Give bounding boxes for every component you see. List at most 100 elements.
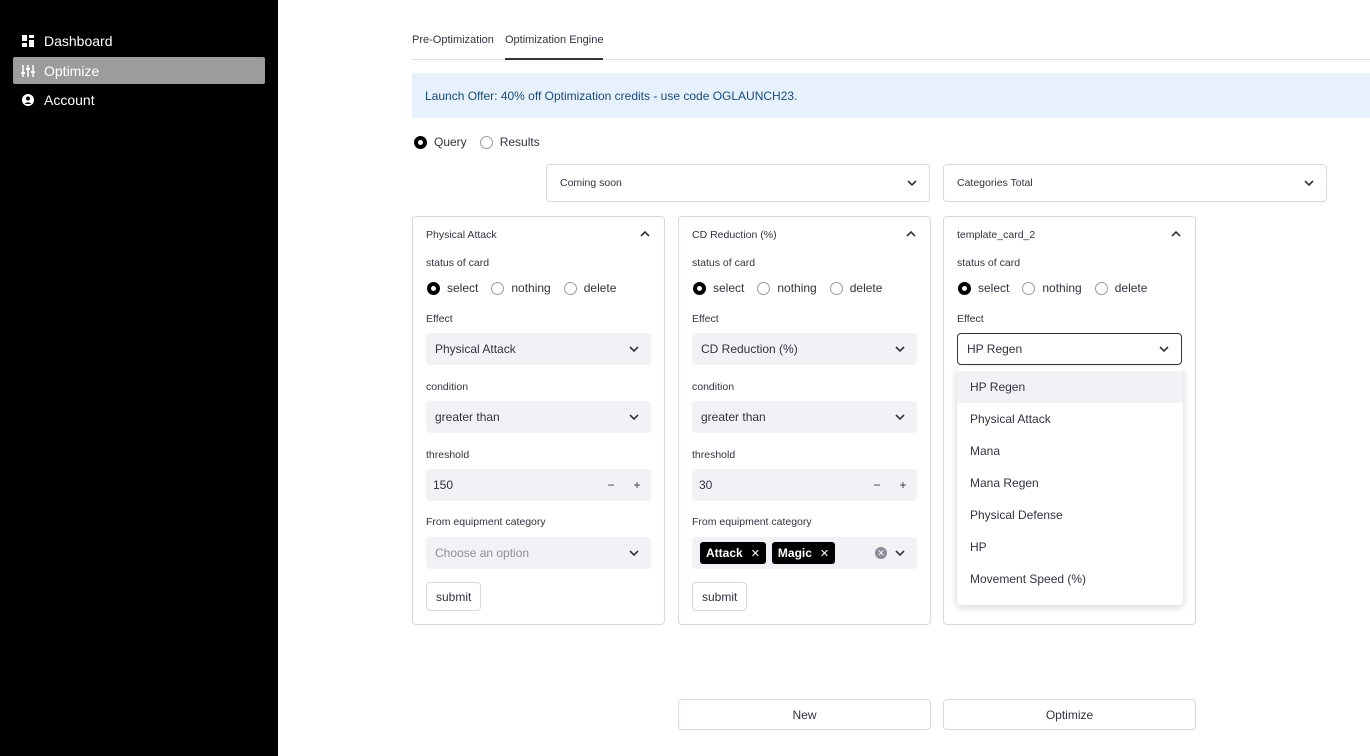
radio-delete-label: delete: [583, 281, 617, 295]
chevron-down-icon: [1304, 180, 1314, 187]
chevron-down-icon: [1159, 346, 1169, 353]
radio-select-label: select: [713, 281, 745, 295]
category-tag: Attack ✕: [700, 542, 766, 564]
effect-select[interactable]: CD Reduction (%): [692, 333, 917, 365]
effect-label: Effect: [692, 313, 719, 325]
menu-item[interactable]: HP: [957, 531, 1183, 563]
menu-item[interactable]: Physical Attack: [957, 403, 1183, 435]
radio-select[interactable]: [427, 281, 440, 295]
status-label: status of card: [426, 257, 490, 269]
coming-soon-select[interactable]: Coming soon: [546, 164, 930, 202]
sidebar-item-account[interactable]: Account: [13, 86, 265, 113]
launch-offer-banner: Launch Offer: 40% off Optimization credi…: [412, 73, 1370, 118]
select-value: CD Reduction (%): [701, 342, 798, 356]
categories-total-select[interactable]: Categories Total: [943, 164, 1327, 202]
decrement-button[interactable]: −: [598, 469, 624, 501]
menu-item[interactable]: Magic Defense: [957, 595, 1183, 605]
increment-button[interactable]: +: [624, 469, 650, 501]
select-value: Physical Attack: [435, 342, 516, 356]
radio-results-label: Results: [499, 135, 540, 149]
increment-button[interactable]: +: [890, 469, 916, 501]
category-multiselect[interactable]: Attack ✕ Magic ✕ ✕: [692, 537, 917, 569]
sidebar-item-label: Dashboard: [44, 32, 113, 49]
menu-item[interactable]: Movement Speed (%): [957, 563, 1183, 595]
category-placeholder: Choose an option: [435, 546, 530, 560]
menu-item[interactable]: Mana: [957, 435, 1183, 467]
tab-pre-optimization[interactable]: Pre-Optimization: [412, 34, 494, 60]
chevron-down-icon: [629, 414, 639, 421]
chevron-up-icon[interactable]: [906, 229, 916, 239]
chevron-down-icon: [895, 414, 905, 421]
sidebar: Dashboard Optimize Account: [0, 0, 278, 756]
category-label: From equipment category: [426, 516, 546, 528]
card-title: template_card_2: [957, 229, 1036, 241]
menu-item[interactable]: Physical Defense: [957, 499, 1183, 531]
radio-delete-label: delete: [849, 281, 883, 295]
radio-query[interactable]: [414, 135, 427, 149]
radio-nothing[interactable]: [491, 281, 505, 295]
sidebar-item-dashboard[interactable]: Dashboard: [13, 27, 265, 54]
sidebar-item-label: Optimize: [44, 62, 100, 79]
chevron-up-icon[interactable]: [640, 229, 650, 239]
mode-radio-group: Query Results: [414, 135, 553, 149]
select-value: greater than: [435, 410, 500, 424]
tag-label: Attack: [706, 546, 743, 560]
status-label: status of card: [692, 257, 756, 269]
condition-label: condition: [426, 381, 469, 393]
condition-label: condition: [692, 381, 735, 393]
effect-select[interactable]: HP Regen: [957, 333, 1182, 365]
chevron-down-icon: [907, 180, 917, 187]
banner-text: Launch Offer: 40% off Optimization credi…: [425, 88, 798, 103]
effect-label: Effect: [957, 313, 984, 325]
condition-select[interactable]: greater than: [426, 401, 651, 433]
dashboard-icon: [21, 34, 35, 48]
radio-nothing-label: nothing: [777, 281, 817, 295]
card-title: CD Reduction (%): [692, 229, 777, 241]
clear-icon[interactable]: ✕: [875, 547, 887, 559]
status-radio-group: select nothing delete: [427, 281, 629, 295]
radio-delete[interactable]: [1094, 281, 1108, 295]
card-title: Physical Attack: [426, 229, 497, 241]
radio-delete[interactable]: [563, 281, 577, 295]
radio-delete[interactable]: [829, 281, 843, 295]
chevron-down-icon: [895, 550, 905, 557]
sidebar-item-optimize[interactable]: Optimize: [13, 57, 265, 84]
decrement-button[interactable]: −: [864, 469, 890, 501]
threshold-input[interactable]: 150 − +: [426, 469, 651, 501]
condition-select[interactable]: greater than: [692, 401, 917, 433]
chevron-up-icon[interactable]: [1171, 229, 1181, 239]
chevron-down-icon: [629, 550, 639, 557]
optimize-button[interactable]: Optimize: [943, 699, 1196, 730]
radio-select[interactable]: [958, 281, 971, 295]
radio-nothing-label: nothing: [1042, 281, 1082, 295]
effect-select[interactable]: Physical Attack: [426, 333, 651, 365]
close-icon[interactable]: ✕: [751, 547, 760, 560]
threshold-input[interactable]: 30 − +: [692, 469, 917, 501]
menu-item[interactable]: Mana Regen: [957, 467, 1183, 499]
submit-button[interactable]: submit: [426, 582, 482, 611]
category-label: From equipment category: [692, 516, 812, 528]
category-multiselect[interactable]: Choose an option: [426, 537, 651, 569]
sidebar-item-label: Account: [44, 91, 95, 108]
radio-nothing-label: nothing: [511, 281, 551, 295]
radio-nothing[interactable]: [1022, 281, 1036, 295]
radio-select-label: select: [978, 281, 1010, 295]
menu-item[interactable]: HP Regen: [957, 371, 1183, 403]
radio-results[interactable]: [479, 135, 493, 149]
close-icon[interactable]: ✕: [820, 547, 829, 560]
radio-nothing[interactable]: [757, 281, 771, 295]
chevron-down-icon: [629, 346, 639, 353]
effect-card-physical-attack: Physical Attack status of card select no…: [412, 216, 665, 625]
status-radio-group: select nothing delete: [693, 281, 895, 295]
account-icon: [21, 93, 35, 107]
new-button[interactable]: New: [678, 699, 931, 730]
radio-select[interactable]: [693, 281, 706, 295]
tab-bar: Pre-Optimization Optimization Engine: [412, 28, 1370, 60]
select-value: HP Regen: [967, 342, 1023, 356]
effect-label: Effect: [426, 313, 453, 325]
threshold-label: threshold: [426, 449, 470, 461]
tab-optimization-engine[interactable]: Optimization Engine: [505, 34, 604, 60]
threshold-value: 150: [433, 478, 454, 492]
select-value: Coming soon: [560, 177, 622, 189]
submit-button[interactable]: submit: [692, 582, 748, 611]
